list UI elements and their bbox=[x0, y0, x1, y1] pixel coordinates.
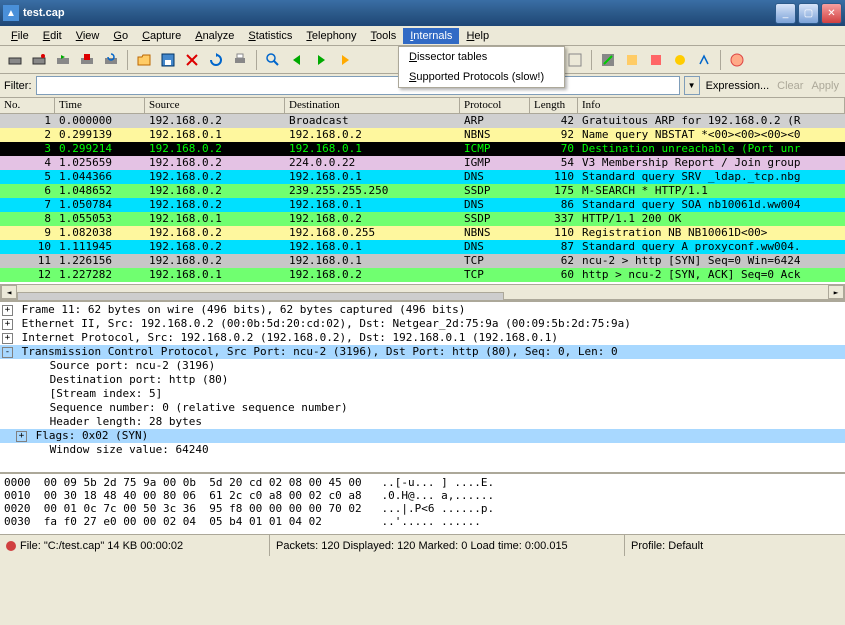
filter-dropdown-button[interactable]: ▼ bbox=[684, 76, 700, 95]
expand-icon[interactable]: + bbox=[16, 431, 27, 442]
menu-statistics[interactable]: Statistics bbox=[241, 28, 299, 44]
detail-row[interactable]: + Flags: 0x02 (SYN) bbox=[0, 429, 845, 443]
dropdown-item[interactable]: Supported Protocols (slow!) bbox=[399, 67, 564, 87]
dropdown-item[interactable]: Dissector tables bbox=[399, 47, 564, 67]
menu-tools[interactable]: Tools bbox=[364, 28, 404, 44]
detail-row[interactable]: Window size value: 64240 bbox=[0, 443, 845, 457]
capture-filters-button[interactable] bbox=[621, 49, 643, 71]
restart-capture-button[interactable] bbox=[100, 49, 122, 71]
separator-icon bbox=[720, 50, 721, 70]
packet-row[interactable]: 81.055053192.168.0.1192.168.0.2SSDP337HT… bbox=[0, 212, 845, 226]
menu-edit[interactable]: Edit bbox=[36, 28, 69, 44]
statusbar: File: "C:/test.cap" 14 KB 00:00:02 Packe… bbox=[0, 534, 845, 556]
detail-row[interactable]: - Transmission Control Protocol, Src Por… bbox=[0, 345, 845, 359]
col-header-length[interactable]: Length bbox=[530, 98, 578, 113]
menu-internals[interactable]: Internals bbox=[403, 28, 459, 44]
menu-help[interactable]: Help bbox=[459, 28, 496, 44]
preferences-button[interactable] bbox=[693, 49, 715, 71]
packet-list-header[interactable]: No. Time Source Destination Protocol Len… bbox=[0, 98, 845, 114]
packet-row[interactable]: 41.025659192.168.0.2224.0.0.22IGMP54V3 M… bbox=[0, 156, 845, 170]
app-icon: ▲ bbox=[3, 5, 19, 21]
find-button[interactable] bbox=[262, 49, 284, 71]
menu-go[interactable]: Go bbox=[106, 28, 135, 44]
expression-button[interactable]: Expression... bbox=[704, 80, 772, 92]
display-filters-button[interactable] bbox=[645, 49, 667, 71]
packet-detail-pane: + Frame 11: 62 bytes on wire (496 bits),… bbox=[0, 300, 845, 472]
coloring-rules-button[interactable] bbox=[669, 49, 691, 71]
open-button[interactable] bbox=[133, 49, 155, 71]
col-header-no[interactable]: No. bbox=[0, 98, 55, 113]
detail-row[interactable]: + Internet Protocol, Src: 192.168.0.2 (1… bbox=[0, 331, 845, 345]
help-button[interactable] bbox=[726, 49, 748, 71]
packet-row[interactable]: 51.044366192.168.0.2192.168.0.1DNS110Sta… bbox=[0, 170, 845, 184]
internals-dropdown: Dissector tablesSupported Protocols (slo… bbox=[398, 46, 565, 88]
detail-row[interactable]: [Stream index: 5] bbox=[0, 387, 845, 401]
separator-icon bbox=[256, 50, 257, 70]
separator-icon bbox=[591, 50, 592, 70]
scroll-right-icon[interactable]: ► bbox=[828, 285, 844, 299]
filter-input[interactable] bbox=[36, 76, 680, 95]
start-capture-button[interactable] bbox=[52, 49, 74, 71]
col-header-time[interactable]: Time bbox=[55, 98, 145, 113]
go-to-button[interactable] bbox=[334, 49, 356, 71]
menu-file[interactable]: File bbox=[4, 28, 36, 44]
status-file: File: "C:/test.cap" 14 KB 00:00:02 bbox=[20, 540, 183, 552]
col-header-destination[interactable]: Destination bbox=[285, 98, 460, 113]
packet-row[interactable]: 30.299214192.168.0.2192.168.0.1ICMP70Des… bbox=[0, 142, 845, 156]
detail-row[interactable]: Source port: ncu-2 (3196) bbox=[0, 359, 845, 373]
horizontal-scrollbar[interactable]: ◄ ► bbox=[0, 284, 845, 300]
detail-row[interactable]: Sequence number: 0 (relative sequence nu… bbox=[0, 401, 845, 415]
packet-row[interactable]: 71.050784192.168.0.2192.168.0.1DNS86Stan… bbox=[0, 198, 845, 212]
status-profile[interactable]: Profile: Default bbox=[625, 535, 845, 556]
menubar: FileEditViewGoCaptureAnalyzeStatisticsTe… bbox=[0, 26, 845, 46]
menu-telephony[interactable]: Telephony bbox=[299, 28, 363, 44]
detail-row[interactable]: + Ethernet II, Src: 192.168.0.2 (00:0b:5… bbox=[0, 317, 845, 331]
packet-row[interactable]: 91.082038192.168.0.2192.168.0.255NBNS110… bbox=[0, 226, 845, 240]
filter-label: Filter: bbox=[4, 80, 32, 92]
col-header-info[interactable]: Info bbox=[578, 98, 845, 113]
col-header-source[interactable]: Source bbox=[145, 98, 285, 113]
apply-button[interactable]: Apply bbox=[809, 80, 841, 92]
scroll-left-icon[interactable]: ◄ bbox=[1, 285, 17, 299]
close-button[interactable]: ✕ bbox=[821, 3, 842, 24]
detail-row[interactable]: Destination port: http (80) bbox=[0, 373, 845, 387]
auto-scroll-button[interactable] bbox=[564, 49, 586, 71]
menu-analyze[interactable]: Analyze bbox=[188, 28, 241, 44]
window-title: test.cap bbox=[23, 7, 773, 19]
packet-row[interactable]: 121.227282192.168.0.1192.168.0.2TCP60htt… bbox=[0, 268, 845, 282]
status-packets: Packets: 120 Displayed: 120 Marked: 0 Lo… bbox=[270, 535, 625, 556]
go-back-button[interactable] bbox=[286, 49, 308, 71]
packet-list-pane: No. Time Source Destination Protocol Len… bbox=[0, 98, 845, 300]
interfaces-button[interactable] bbox=[4, 49, 26, 71]
detail-row[interactable]: Header length: 28 bytes bbox=[0, 415, 845, 429]
packet-row[interactable]: 111.226156192.168.0.2192.168.0.1TCP62ncu… bbox=[0, 254, 845, 268]
col-header-protocol[interactable]: Protocol bbox=[460, 98, 530, 113]
clear-button[interactable]: Clear bbox=[775, 80, 805, 92]
expand-icon[interactable]: + bbox=[2, 305, 13, 316]
packet-row[interactable]: 20.299139192.168.0.1192.168.0.2NBNS92Nam… bbox=[0, 128, 845, 142]
reload-button[interactable] bbox=[205, 49, 227, 71]
menu-view[interactable]: View bbox=[69, 28, 107, 44]
save-button[interactable] bbox=[157, 49, 179, 71]
packet-row[interactable]: 101.111945192.168.0.2192.168.0.1DNS87Sta… bbox=[0, 240, 845, 254]
packet-row[interactable]: 61.048652192.168.0.2239.255.255.250SSDP1… bbox=[0, 184, 845, 198]
stop-capture-button[interactable] bbox=[76, 49, 98, 71]
expand-icon[interactable]: + bbox=[2, 333, 13, 344]
minimize-button[interactable]: _ bbox=[775, 3, 796, 24]
print-button[interactable] bbox=[229, 49, 251, 71]
go-forward-button[interactable] bbox=[310, 49, 332, 71]
packet-bytes-pane[interactable]: 0000 00 09 5b 2d 75 9a 00 0b 5d 20 cd 02… bbox=[0, 472, 845, 534]
expand-icon[interactable]: + bbox=[2, 319, 13, 330]
colorize-button[interactable] bbox=[597, 49, 619, 71]
titlebar: ▲ test.cap _ ▢ ✕ bbox=[0, 0, 845, 26]
menu-capture[interactable]: Capture bbox=[135, 28, 188, 44]
expand-icon[interactable]: - bbox=[2, 347, 13, 358]
maximize-button[interactable]: ▢ bbox=[798, 3, 819, 24]
options-button[interactable] bbox=[28, 49, 50, 71]
packet-row[interactable]: 10.000000192.168.0.2BroadcastARP42Gratui… bbox=[0, 114, 845, 128]
expert-info-icon[interactable] bbox=[6, 541, 16, 551]
detail-row[interactable]: + Frame 11: 62 bytes on wire (496 bits),… bbox=[0, 303, 845, 317]
separator-icon bbox=[127, 50, 128, 70]
close-file-button[interactable] bbox=[181, 49, 203, 71]
